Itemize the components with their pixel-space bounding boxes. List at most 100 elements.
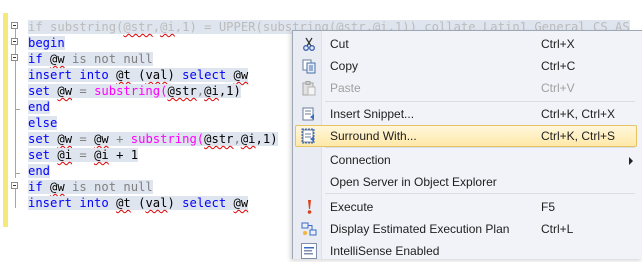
outline-guide <box>15 186 16 208</box>
menu-item-intellisense[interactable]: IntelliSense Enabled <box>295 240 637 262</box>
identifier-token: @t <box>116 196 131 210</box>
menu-item-insert-snippet[interactable]: Insert Snippet... Ctrl+K, Ctrl+X <box>295 103 637 125</box>
execute-icon <box>301 199 317 215</box>
identifier-token: @i <box>57 148 73 162</box>
menu-item-paste[interactable]: Paste Ctrl+V <box>295 77 637 99</box>
outline-guide <box>15 58 16 178</box>
menu-item-execute[interactable]: Execute F5 <box>295 196 637 218</box>
collapse-toggle[interactable] <box>11 38 18 45</box>
submenu-arrow-icon <box>629 157 633 165</box>
menu-item-label: Connection <box>330 153 391 167</box>
code-text: if @w is not null <box>28 52 153 66</box>
menu-separator <box>325 101 635 102</box>
code-text: end <box>28 100 51 114</box>
identifier-token: @str <box>123 20 153 34</box>
code-token: + <box>108 132 131 146</box>
code-token: is not null <box>64 180 153 194</box>
menu-item-copy[interactable]: Copy Ctrl+C <box>295 55 637 77</box>
outline-end <box>15 173 20 174</box>
menu-item-display-plan[interactable]: Display Estimated Execution Plan Ctrl+L <box>295 218 637 240</box>
surround-icon <box>301 128 317 144</box>
identifier-token: @w <box>57 84 73 98</box>
code-text: set @w = @w + substring(@str,@i,1) <box>28 132 278 146</box>
keyword-token: select <box>182 68 234 82</box>
menu-item-label: Surround With... <box>330 129 417 143</box>
keyword-token: if <box>28 180 51 194</box>
menu-item-open-server[interactable]: Open Server in Object Explorer <box>295 171 637 193</box>
intellisense-icon <box>301 243 317 259</box>
identifier-token: @str <box>204 132 234 146</box>
menu-item-label: Open Server in Object Explorer <box>330 175 497 189</box>
identifier-token: @t <box>116 68 131 82</box>
identifier-token: @i <box>160 20 175 34</box>
menu-separator <box>325 193 635 194</box>
identifier-token: @w <box>50 52 65 66</box>
code-text: end <box>28 164 51 178</box>
copy-icon <box>301 58 317 74</box>
code-token: ) <box>167 196 183 210</box>
code-token: ,1) <box>255 132 278 146</box>
keyword-token: end <box>28 100 51 114</box>
scissors-icon <box>301 36 317 52</box>
code-token: + 1 <box>108 148 139 162</box>
code-text: set @w = substring(@str,@i,1) <box>28 84 241 98</box>
collapse-toggle[interactable] <box>11 54 18 61</box>
execution-plan-icon <box>301 221 317 237</box>
code-text: else <box>28 116 58 130</box>
code-token: substring( <box>130 132 205 146</box>
identifier-token: @i <box>204 84 219 98</box>
code-token: substring( <box>94 84 168 98</box>
identifier-token: val <box>145 196 168 210</box>
keyword-token: begin <box>28 36 65 50</box>
code-text: begin <box>28 36 65 50</box>
menu-item-label: Cut <box>330 37 349 51</box>
code-token: ( <box>130 196 146 210</box>
keyword-token: if <box>28 20 51 34</box>
identifier-token: @w <box>57 132 73 146</box>
identifier-token: @w <box>233 196 249 210</box>
keyword-token: end <box>28 164 51 178</box>
menu-item-label: IntelliSense Enabled <box>330 244 440 258</box>
code-token: substring( <box>50 20 124 34</box>
snippet-icon <box>301 106 317 122</box>
collapse-toggle[interactable] <box>11 182 18 189</box>
code-token: , <box>152 20 161 34</box>
collapse-toggle[interactable] <box>11 22 18 29</box>
keyword-token: set <box>28 148 58 162</box>
paste-icon <box>301 80 317 96</box>
menu-item-shortcut: Ctrl+K, Ctrl+X <box>541 107 616 121</box>
menu-item-label: Copy <box>330 59 359 73</box>
menu-item-label: Display Estimated Execution Plan <box>330 222 510 236</box>
code-token: ) <box>167 68 183 82</box>
menu-item-label: Insert Snippet... <box>330 107 415 121</box>
menu-item-surround-with[interactable]: Surround With... Ctrl+K, Ctrl+S <box>295 125 637 147</box>
menu-item-shortcut: Ctrl+L <box>541 222 574 236</box>
change-tracking-bar <box>3 13 8 227</box>
menu-item-shortcut: Ctrl+X <box>541 37 575 51</box>
keyword-token: insert into <box>28 196 117 210</box>
code-text: if @w is not null <box>28 180 153 194</box>
code-token: = <box>72 132 95 146</box>
keyword-token: set <box>28 132 58 146</box>
keyword-token: insert into <box>28 68 117 82</box>
code-text: insert into @t (val) select @w <box>28 196 249 210</box>
code-token: , <box>233 132 241 146</box>
menu-item-shortcut: Ctrl+K, Ctrl+S <box>541 129 616 143</box>
identifier-token: @w <box>233 68 249 82</box>
keyword-token: else <box>28 116 58 130</box>
keyword-token: if <box>28 52 51 66</box>
context-menu: Cut Ctrl+X Copy Ctrl+C Paste Ctrl+V Insert Sni… <box>292 30 642 259</box>
menu-item-shortcut: Ctrl+V <box>541 81 575 95</box>
menu-item-connection[interactable]: Connection <box>295 149 637 171</box>
identifier-token: val <box>145 68 168 82</box>
code-token: ,1) = <box>174 20 219 34</box>
menu-item-cut[interactable]: Cut Ctrl+X <box>295 33 637 55</box>
identifier-token: @i <box>240 132 256 146</box>
identifier-token: @i <box>94 148 109 162</box>
code-token: UPPER( <box>218 20 263 34</box>
menu-item-shortcut: F5 <box>541 200 556 214</box>
menu-item-label: Execute <box>330 200 374 214</box>
keyword-token: set <box>28 84 58 98</box>
menu-separator <box>325 147 635 148</box>
identifier-token: @str <box>167 84 197 98</box>
